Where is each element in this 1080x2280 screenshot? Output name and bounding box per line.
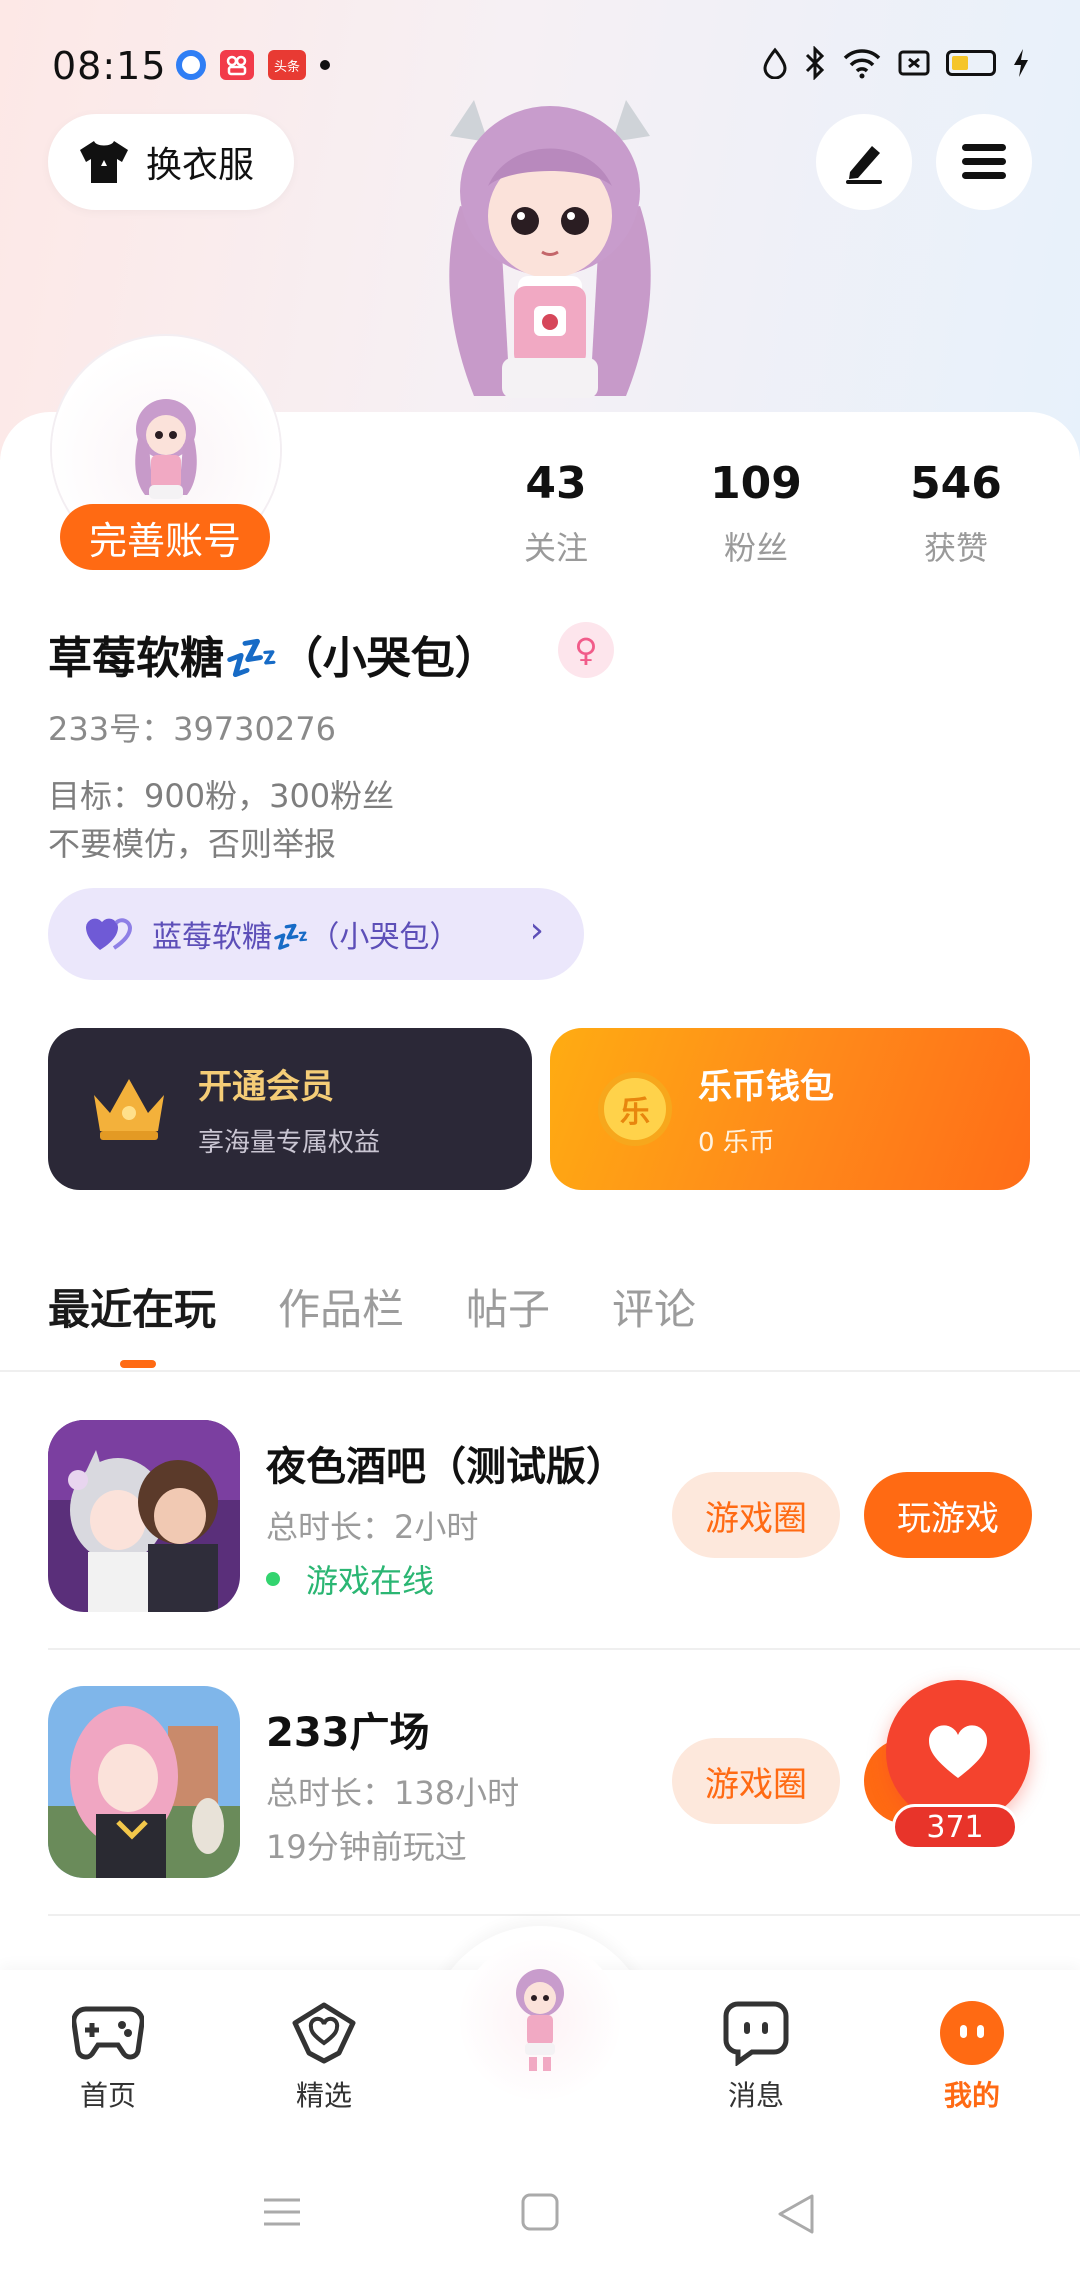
crown-icon bbox=[94, 1079, 164, 1140]
stat-following[interactable]: 43 关注 bbox=[456, 458, 656, 569]
avatar-thumbnail bbox=[135, 399, 197, 499]
nav-label: 首页 bbox=[79, 2079, 136, 2112]
chevron-right-icon: › bbox=[529, 910, 544, 951]
double-heart-icon bbox=[86, 918, 133, 950]
active-tab-indicator bbox=[120, 1360, 156, 1368]
nav-messages[interactable]: 消息 bbox=[686, 1998, 826, 2114]
game-circle-button[interactable]: 游戏圈 bbox=[672, 1738, 840, 1824]
hamburger-icon bbox=[962, 144, 1006, 179]
game-status-text: 游戏在线 bbox=[306, 1562, 435, 1600]
system-navigation-bar bbox=[0, 2150, 1080, 2280]
online-dot bbox=[266, 1572, 280, 1586]
game-last-played: 19分钟前玩过 bbox=[266, 1828, 467, 1866]
status-app-icons: 头条 bbox=[176, 50, 330, 80]
game-circle-button[interactable]: 游戏圈 bbox=[672, 1472, 840, 1558]
notification-dot bbox=[320, 60, 330, 70]
vip-text: 开通会员 享海量专属权益 bbox=[198, 1059, 380, 1159]
stat-value: 43 bbox=[525, 458, 587, 509]
coin-icon: 乐 bbox=[598, 1072, 672, 1146]
nav-label: 精选 bbox=[295, 2079, 352, 2112]
nav-label: 我的 bbox=[943, 2079, 1000, 2112]
vip-membership-card[interactable]: 开通会员 享海量专属权益 bbox=[48, 1028, 532, 1190]
vip-subtitle: 享海量专属权益 bbox=[198, 1128, 381, 1158]
wallet-text: 乐币钱包 0 乐币 bbox=[698, 1059, 834, 1159]
like-button[interactable] bbox=[886, 1680, 1030, 1824]
stat-value: 546 bbox=[910, 458, 1002, 509]
game-icon bbox=[48, 1686, 240, 1878]
game-duration: 总时长：2小时 bbox=[266, 1508, 479, 1546]
sim-icon bbox=[898, 50, 930, 76]
profile-tabs: 最近在玩 作品栏 帖子 评论 bbox=[48, 1276, 696, 1337]
battery-icon bbox=[946, 50, 996, 76]
stat-followers[interactable]: 109 粉丝 bbox=[656, 458, 856, 569]
stat-label: 获赞 bbox=[923, 529, 988, 567]
recent-apps-icon[interactable] bbox=[262, 2192, 302, 2232]
message-icon bbox=[686, 1998, 826, 2068]
linked-account-chip[interactable]: 蓝莓软糖💤（小哭包） › bbox=[48, 888, 584, 980]
game-title: 夜色酒吧（测试版） bbox=[266, 1444, 626, 1490]
user-id: 233号：39730276 bbox=[48, 710, 336, 748]
tshirt-icon bbox=[80, 141, 128, 183]
pencil-icon bbox=[846, 146, 882, 184]
like-count-badge: 371 bbox=[892, 1804, 1018, 1850]
stat-likes[interactable]: 546 获赞 bbox=[856, 458, 1056, 569]
coin-wallet-card[interactable]: 乐 乐币钱包 0 乐币 bbox=[550, 1028, 1030, 1190]
kuaishou-icon bbox=[220, 50, 254, 80]
tab-comments[interactable]: 评论 bbox=[612, 1276, 696, 1337]
nav-mine[interactable]: 我的 bbox=[902, 1998, 1042, 2114]
home-icon[interactable] bbox=[520, 2192, 560, 2232]
back-icon[interactable] bbox=[776, 2192, 816, 2236]
avatar-thumbnail bbox=[516, 1969, 564, 2071]
menu-button[interactable] bbox=[936, 114, 1032, 210]
bluetooth-icon bbox=[805, 46, 825, 80]
game-duration: 总时长：138小时 bbox=[266, 1774, 520, 1812]
game-row[interactable]: 夜色酒吧（测试版） 总时长：2小时 游戏在线 游戏圈 玩游戏 bbox=[48, 1420, 1080, 1616]
bio: 目标：900粉，300粉丝 不要模仿，否则举报 bbox=[48, 772, 394, 868]
stat-label: 粉丝 bbox=[723, 529, 788, 567]
bio-line: 目标：900粉，300粉丝 bbox=[48, 777, 395, 815]
profile-stats: 43 关注 109 粉丝 546 获赞 bbox=[456, 458, 1056, 569]
charging-icon bbox=[1014, 49, 1028, 77]
linked-account-name: 蓝莓软糖💤（小哭包） bbox=[152, 920, 460, 955]
complete-account-button[interactable]: 完善账号 bbox=[60, 504, 270, 570]
divider bbox=[48, 1648, 1080, 1650]
wallet-title: 乐币钱包 bbox=[698, 1067, 834, 1107]
data-saver-icon bbox=[763, 47, 787, 79]
heart-icon bbox=[928, 1725, 988, 1778]
bio-line: 不要模仿，否则举报 bbox=[48, 825, 337, 863]
username: 草莓软糖💤（小哭包） bbox=[48, 633, 499, 684]
wifi-icon bbox=[843, 49, 881, 79]
game-icon bbox=[48, 1420, 240, 1612]
nav-avatar-button[interactable] bbox=[460, 1940, 620, 2100]
profile-face-icon bbox=[902, 1998, 1042, 2068]
divider bbox=[0, 1370, 1080, 1372]
stat-value: 109 bbox=[710, 458, 802, 509]
game-title: 233广场 bbox=[266, 1710, 430, 1756]
female-gender-icon: ♀ bbox=[558, 622, 614, 678]
toutiao-icon: 头条 bbox=[268, 50, 306, 80]
edit-profile-button[interactable] bbox=[816, 114, 912, 210]
status-time: 08:15 bbox=[52, 44, 167, 88]
change-outfit-label: 换衣服 bbox=[146, 145, 255, 186]
status-indicators bbox=[762, 46, 1030, 80]
avatar-character[interactable] bbox=[430, 96, 670, 416]
game-online-status: 游戏在线 bbox=[266, 1556, 434, 1602]
nav-featured[interactable]: 精选 bbox=[254, 1998, 394, 2114]
browser-icon bbox=[176, 50, 206, 80]
change-outfit-button[interactable]: 换衣服 bbox=[48, 114, 294, 210]
heart-chat-icon bbox=[254, 1998, 394, 2068]
stat-label: 关注 bbox=[523, 529, 588, 567]
divider bbox=[48, 1914, 1080, 1916]
nav-home[interactable]: 首页 bbox=[38, 1998, 178, 2114]
vip-title: 开通会员 bbox=[198, 1067, 334, 1107]
wallet-balance: 0 乐币 bbox=[698, 1128, 775, 1158]
nav-label: 消息 bbox=[727, 2079, 784, 2112]
play-game-button[interactable]: 玩游戏 bbox=[864, 1472, 1032, 1558]
tab-works[interactable]: 作品栏 bbox=[278, 1276, 404, 1337]
gamepad-icon bbox=[38, 1998, 178, 2068]
tab-posts[interactable]: 帖子 bbox=[466, 1276, 550, 1337]
tab-recent-games[interactable]: 最近在玩 bbox=[48, 1276, 216, 1337]
